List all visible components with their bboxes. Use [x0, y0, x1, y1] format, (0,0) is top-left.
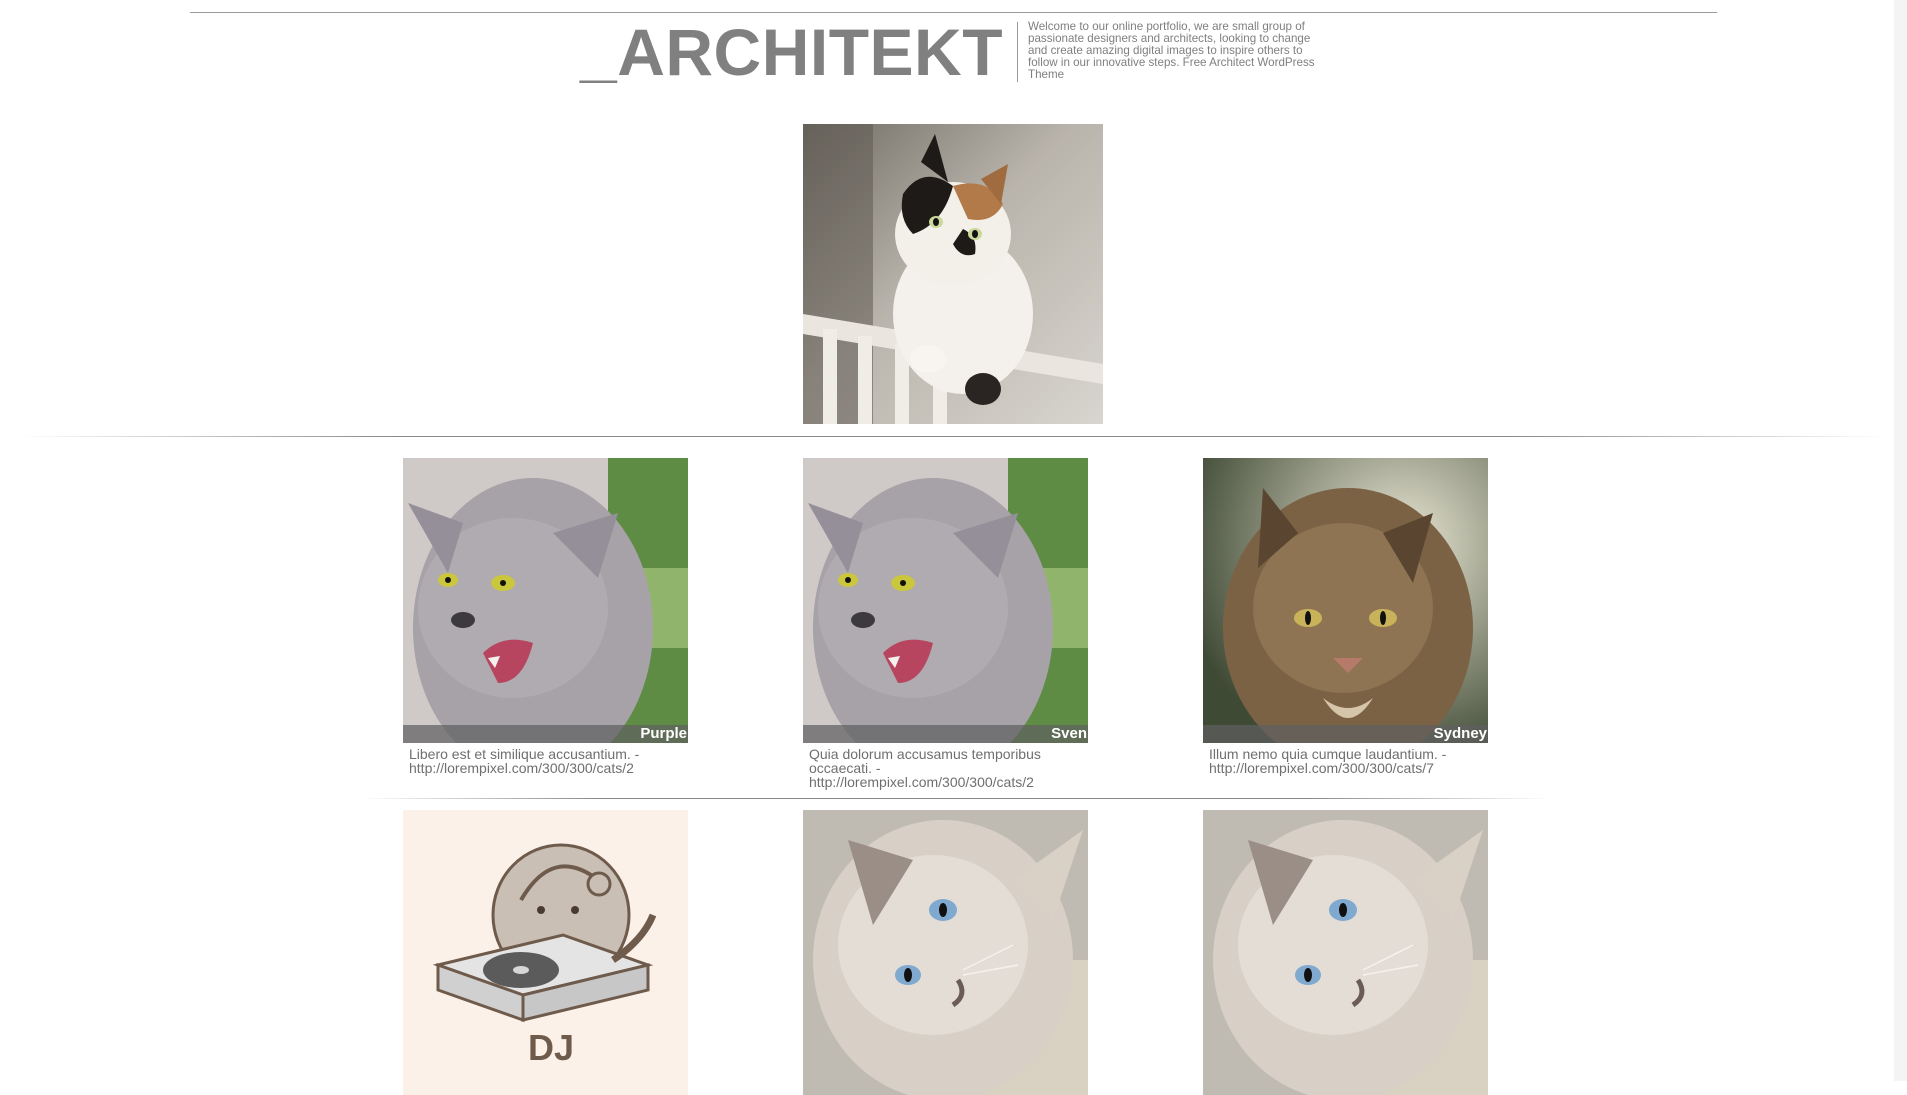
siamese-cat-photo-icon: [803, 810, 1088, 1095]
gallery-item[interactable]: Sven: [803, 458, 1088, 743]
gallery-item-name: Sven: [803, 725, 1088, 743]
gallery-item-caption: Quia dolorum accusamus temporibus occaec…: [809, 746, 1041, 790]
grey-hissing-cat-photo-icon: [803, 458, 1088, 743]
siamese-cat-photo-icon: [1203, 810, 1488, 1095]
gallery-item-caption: Libero est et similique accusantium. - h…: [409, 746, 640, 776]
gallery-item[interactable]: [1203, 810, 1488, 1095]
calico-cat-photo-icon: [803, 124, 1103, 424]
gallery-item[interactable]: Purple: [403, 458, 688, 743]
gallery-item-name: Purple: [403, 725, 688, 743]
page-right-edge: [1894, 0, 1907, 1081]
site-tagline: Welcome to our online portfolio, we are …: [1028, 20, 1315, 81]
dj-illustration-text: DJ: [528, 1027, 574, 1068]
gallery-item-caption: Illum nemo quia cumque laudantium. - htt…: [1209, 746, 1447, 776]
site-logo[interactable]: _ARCHITEKT: [580, 14, 1003, 90]
tagline-divider: [1017, 22, 1018, 82]
pusheen-dj-cat-illustration-icon: DJ: [403, 810, 688, 1095]
gallery-item-name: Sydney: [1203, 725, 1488, 743]
gallery-item[interactable]: DJ: [403, 810, 688, 1095]
row-divider: [360, 798, 1550, 799]
gallery-item[interactable]: Sydney: [1203, 458, 1488, 743]
section-divider: [18, 436, 1888, 437]
grey-hissing-cat-photo-icon: [403, 458, 688, 743]
header-top-rule: [190, 12, 1717, 13]
gallery-item[interactable]: [803, 810, 1088, 1095]
hero-image[interactable]: [803, 124, 1103, 424]
tabby-cat-photo-icon: [1203, 458, 1488, 743]
